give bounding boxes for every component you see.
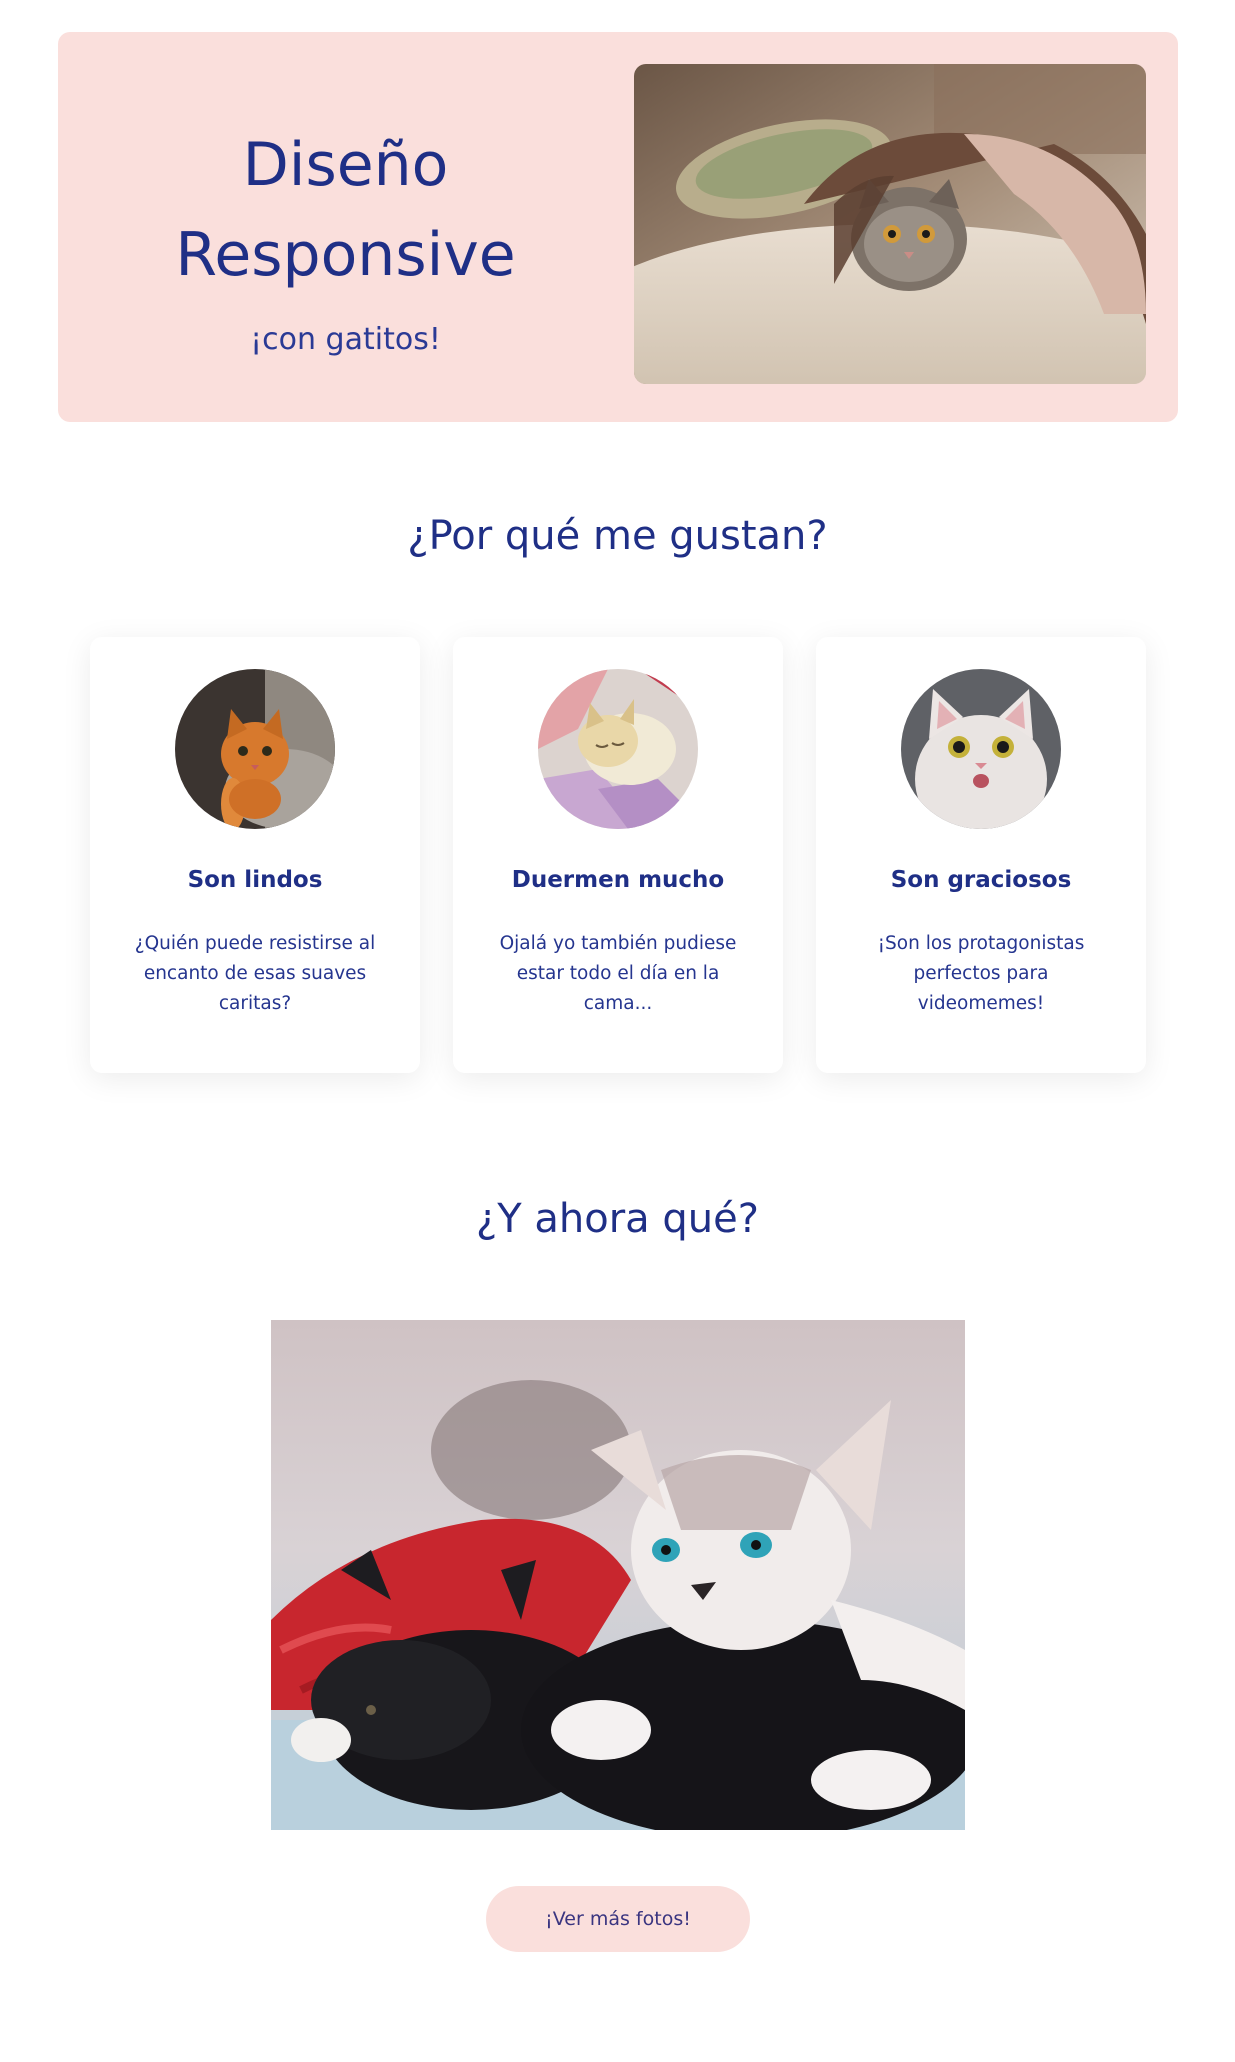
card-text: ¡Son los protagonistas perfectos para vi… <box>877 933 1085 1014</box>
hero-title: Diseño Responsive <box>58 120 633 300</box>
surprised-cat-photo <box>901 669 1061 829</box>
hero-title-line1: Diseño <box>242 130 449 200</box>
hero-title-line2: Responsive <box>175 220 516 290</box>
sleeping-cat-photo <box>538 669 698 829</box>
card-son-graciosos: Son graciosos ¡Son los protagonistas per… <box>816 637 1146 1073</box>
card-text: ¿Quién puede resistirse al encanto de es… <box>134 933 376 1014</box>
hero-subtitle: ¡con gatitos! <box>250 322 441 357</box>
orange-cat-photo <box>175 669 335 829</box>
see-more-photos-button[interactable]: ¡Ver más fotos! <box>486 1886 750 1952</box>
card-title: Son lindos <box>187 867 323 893</box>
card-son-lindos: Son lindos ¿Quién puede resistirse al en… <box>90 637 420 1073</box>
card-title: Duermen mucho <box>511 867 725 893</box>
two-kittens-photo <box>271 1320 965 1830</box>
why-section-title: ¿Por qué me gustan? <box>407 513 828 559</box>
hero-banner: Diseño Responsive ¡con gatitos! <box>58 32 1178 422</box>
hero-text-block: Diseño Responsive ¡con gatitos! <box>58 32 633 422</box>
now-section-title: ¿Y ahora qué? <box>476 1196 759 1242</box>
cat-under-blanket-photo <box>634 64 1146 384</box>
card-duermen-mucho: Duermen mucho Ojalá yo también pudiese e… <box>453 637 783 1073</box>
card-text: Ojalá yo también pudiese estar todo el d… <box>499 933 737 1014</box>
card-title: Son graciosos <box>890 867 1072 893</box>
